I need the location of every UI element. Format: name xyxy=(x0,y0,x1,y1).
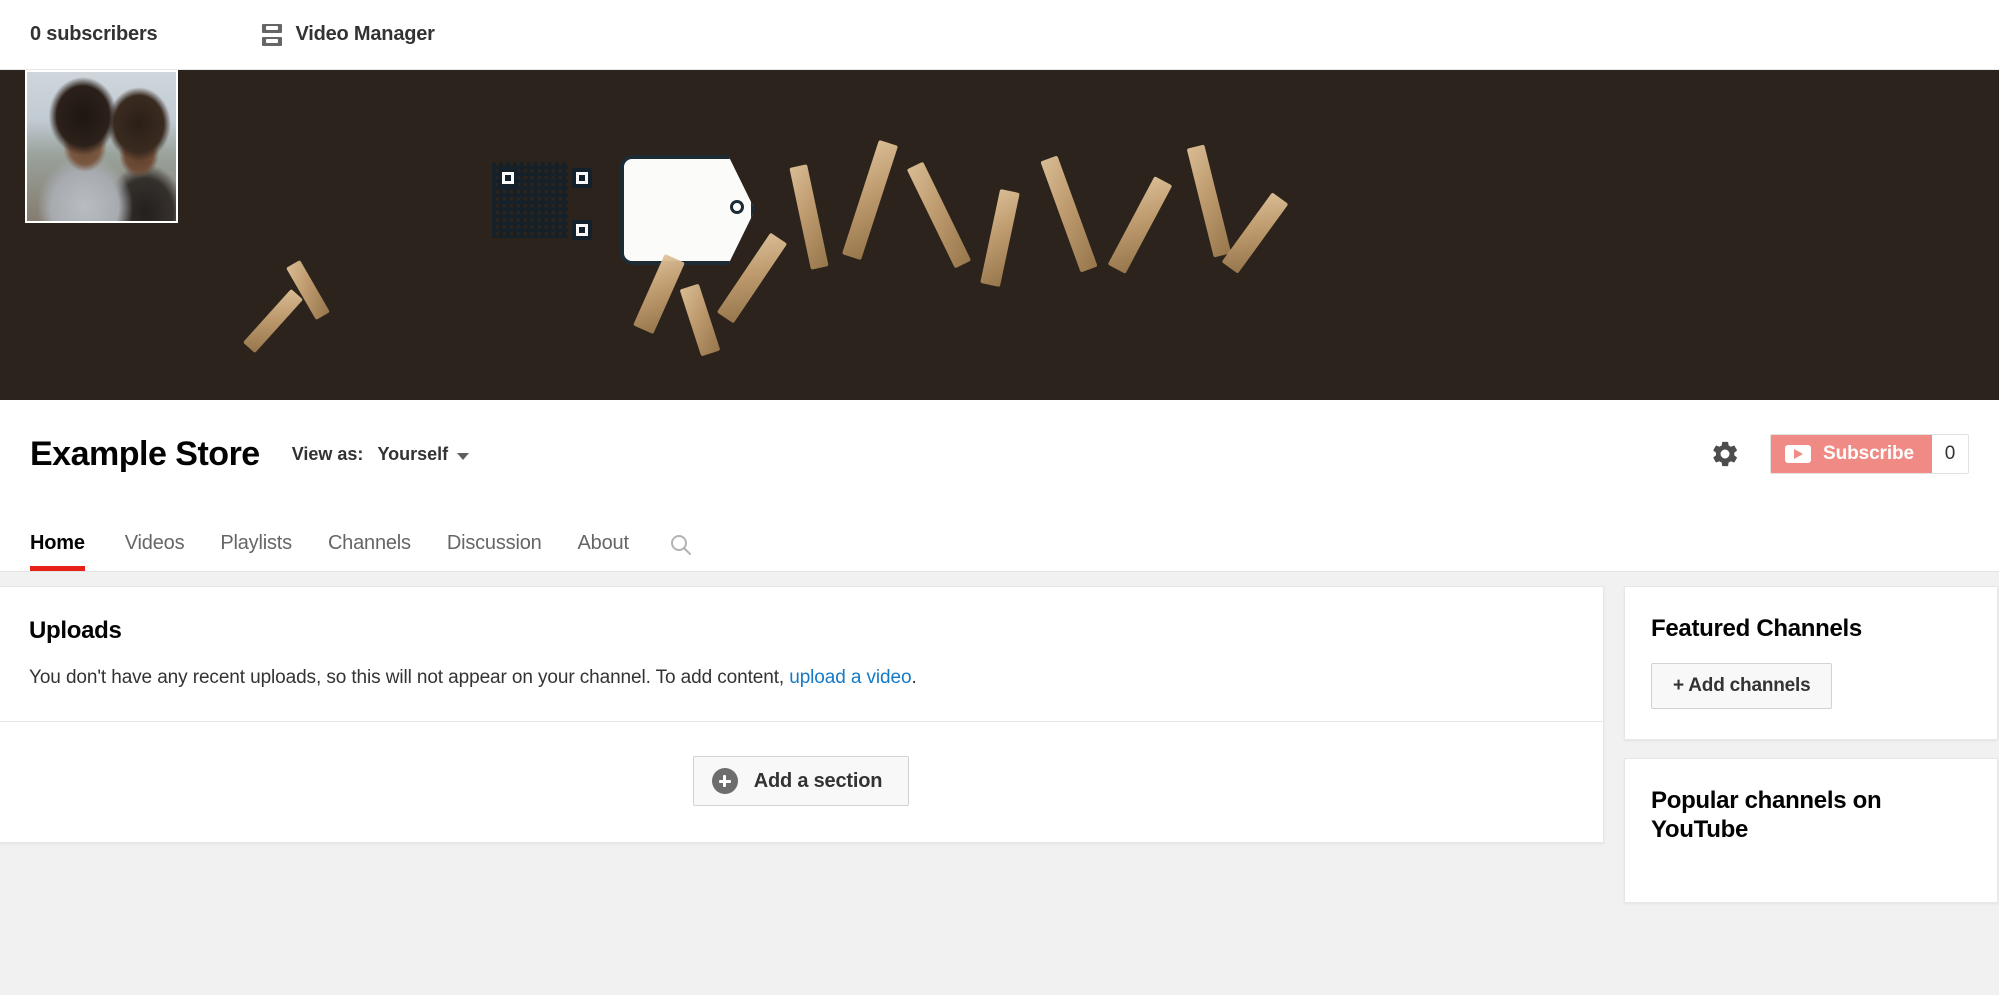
subscribe-label: Subscribe xyxy=(1823,443,1914,464)
gear-icon[interactable] xyxy=(1710,439,1740,469)
plus-circle-icon xyxy=(711,768,738,794)
qr-eye-bottom-right xyxy=(572,220,592,240)
tab-discussion[interactable]: Discussion xyxy=(429,532,560,571)
popular-channels-card: Popular channels on YouTube xyxy=(1624,758,1998,903)
featured-channels-card: Featured Channels + Add channels xyxy=(1624,586,1998,741)
channel-tabs: Home Videos Playlists Channels Discussio… xyxy=(0,508,1999,572)
subscriber-count-badge[interactable]: 0 xyxy=(1932,435,1968,473)
channel-header: Example Store View as: Yourself Subscrib… xyxy=(0,400,1999,508)
tab-channels[interactable]: Channels xyxy=(310,532,429,571)
tab-about[interactable]: About xyxy=(560,532,647,571)
tag-hole-shape xyxy=(730,200,744,214)
uploads-section: Uploads You don't have any recent upload… xyxy=(0,587,1603,721)
uploads-empty-text-after: . xyxy=(911,667,917,688)
channel-title: Example Store xyxy=(30,434,260,473)
channel-avatar[interactable] xyxy=(25,70,178,223)
uploads-empty-text-before: You don't have any recent uploads, so th… xyxy=(29,667,790,688)
channel-content: Uploads You don't have any recent upload… xyxy=(0,572,1999,995)
channel-search-button[interactable] xyxy=(647,533,715,571)
uploads-empty-message: You don't have any recent uploads, so th… xyxy=(29,667,1573,689)
tab-playlists[interactable]: Playlists xyxy=(202,532,310,571)
chevron-down-icon[interactable] xyxy=(457,452,470,460)
view-as-control[interactable]: View as: Yourself xyxy=(291,443,470,465)
add-section-label: Add a section xyxy=(753,769,883,792)
video-manager-button[interactable]: Video Manager xyxy=(262,23,435,46)
uploads-heading: Uploads xyxy=(29,617,122,644)
top-utility-bar: 0 subscribers Video Manager xyxy=(0,0,1999,70)
upload-a-video-link[interactable]: upload a video xyxy=(789,667,911,688)
search-icon xyxy=(670,535,691,555)
qr-eye-top-left xyxy=(498,168,518,188)
popular-channels-heading: Popular channels on YouTube xyxy=(1651,787,1882,843)
channel-banner[interactable] xyxy=(0,70,1999,400)
channel-header-actions: Subscribe 0 xyxy=(1710,434,1969,474)
avatar-image xyxy=(27,72,176,221)
channel-sidebar: Featured Channels + Add channels Popular… xyxy=(1624,586,1998,903)
main-content-card: Uploads You don't have any recent upload… xyxy=(0,586,1604,843)
subscriber-count-label: 0 subscribers xyxy=(30,23,158,45)
video-manager-label: Video Manager xyxy=(295,23,435,45)
add-section-area: Add a section xyxy=(0,722,1603,842)
tab-home[interactable]: Home xyxy=(30,532,107,571)
youtube-play-icon xyxy=(1785,445,1812,463)
view-as-value[interactable]: Yourself xyxy=(377,444,448,465)
video-list-icon xyxy=(262,23,283,46)
tab-videos[interactable]: Videos xyxy=(107,532,203,571)
featured-channels-heading: Featured Channels xyxy=(1651,615,1862,642)
subscribe-button[interactable]: Subscribe xyxy=(1771,435,1932,473)
add-channels-button[interactable]: + Add channels xyxy=(1651,663,1833,710)
add-section-button[interactable]: Add a section xyxy=(692,756,910,806)
subscribe-group[interactable]: Subscribe 0 xyxy=(1770,434,1969,474)
qr-eye-top-right xyxy=(572,168,592,188)
view-as-label: View as: xyxy=(291,443,364,464)
